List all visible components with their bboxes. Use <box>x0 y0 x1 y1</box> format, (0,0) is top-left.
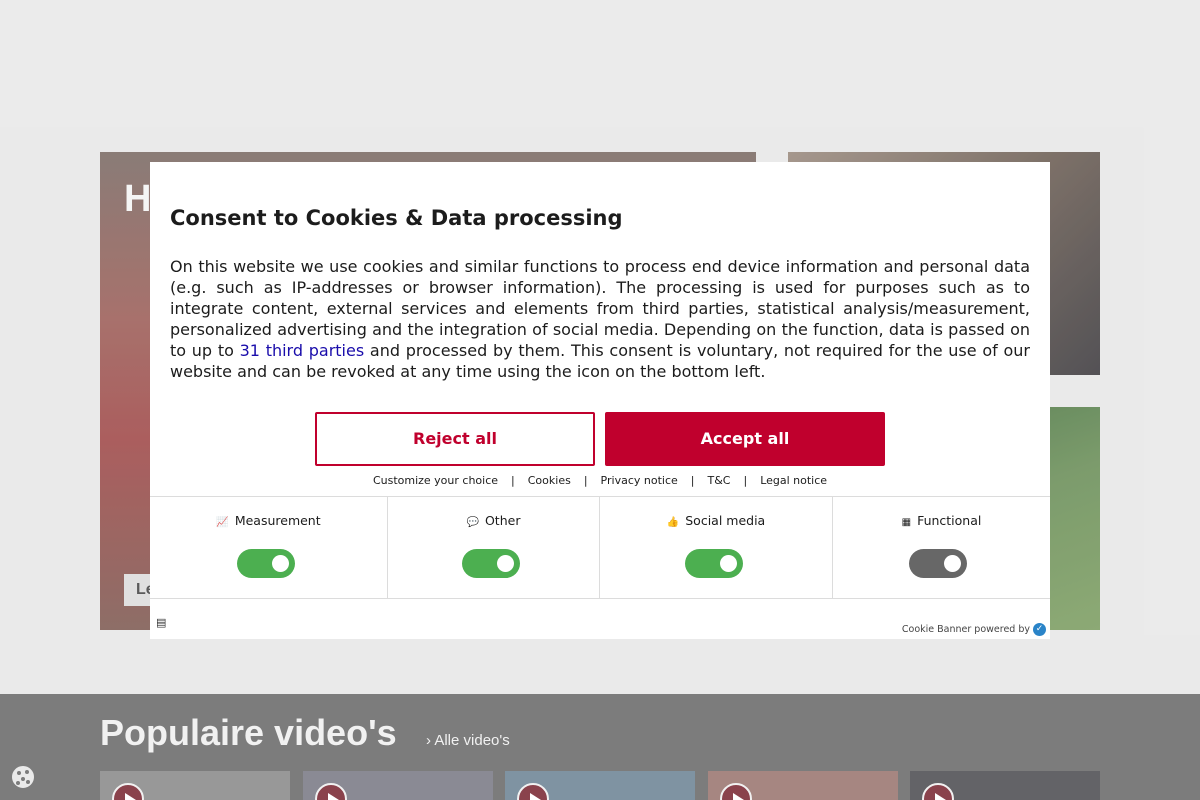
thumbs-up-icon: 👍 <box>666 517 680 528</box>
category-social-media: 👍 Social media <box>600 497 833 599</box>
category-label: Social media <box>685 513 766 528</box>
measurement-toggle[interactable] <box>237 549 295 578</box>
category-label: Measurement <box>234 513 321 528</box>
social-media-toggle[interactable] <box>685 549 743 578</box>
category-other: 💬 Other <box>388 497 600 599</box>
separator: | <box>690 474 695 487</box>
accept-all-button[interactable]: Accept all <box>605 412 885 466</box>
grid-icon: ▦ <box>901 517 912 528</box>
reject-all-button[interactable]: Reject all <box>315 412 595 466</box>
cookies-link[interactable]: Cookies <box>528 474 571 487</box>
powered-by: Cookie Banner powered by ✓ <box>902 623 1046 636</box>
chart-icon: 📈 <box>216 517 229 528</box>
third-parties-link[interactable]: 31 third parties <box>240 341 365 360</box>
legal-notice-link[interactable]: Legal notice <box>760 474 827 487</box>
category-label: Other <box>484 513 521 528</box>
category-label: Functional <box>917 513 982 528</box>
privacy-notice-link[interactable]: Privacy notice <box>601 474 678 487</box>
language-icon[interactable]: ▤ <box>156 616 166 629</box>
tc-link[interactable]: T&C <box>707 474 730 487</box>
dialog-links: Customize your choice | Cookies | Privacy no… <box>150 474 1050 487</box>
chat-icon: 💬 <box>466 517 479 528</box>
separator: | <box>743 474 748 487</box>
checkmark-badge-icon[interactable]: ✓ <box>1033 623 1046 636</box>
cookie-consent-dialog: Consent to Cookies & Data processing On … <box>150 162 1050 639</box>
other-toggle[interactable] <box>462 549 520 578</box>
dialog-title: Consent to Cookies & Data processing <box>170 206 623 230</box>
customize-choice-link[interactable]: Customize your choice <box>373 474 498 487</box>
dialog-description: On this website we use cookies and simil… <box>170 256 1030 382</box>
separator: | <box>511 474 515 487</box>
category-measurement: 📈 Measurement <box>150 497 388 599</box>
separator: | <box>583 474 588 487</box>
functional-toggle[interactable] <box>909 549 967 578</box>
category-functional: ▦ Functional <box>833 497 1050 599</box>
powered-by-text: Cookie Banner powered by <box>901 624 1030 635</box>
consent-categories: 📈 Measurement 💬 Other 👍 Social media ▦ Funct… <box>150 496 1050 599</box>
